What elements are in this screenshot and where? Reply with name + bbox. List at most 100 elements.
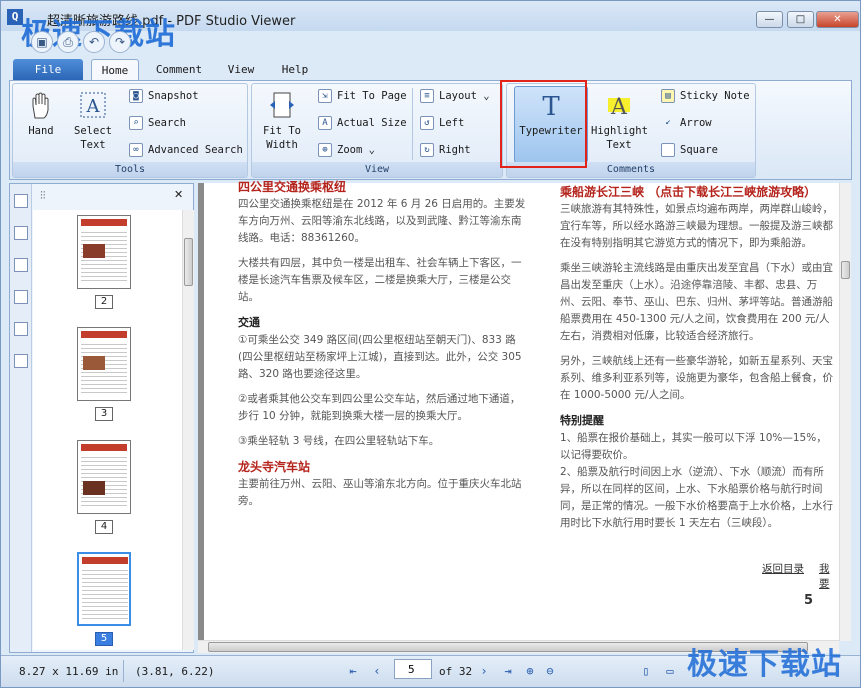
page-count: of 32	[439, 665, 473, 678]
thumbnail-list: 2 3 4 5	[33, 210, 183, 650]
continuous-view-icon[interactable]: ▭	[661, 662, 679, 680]
advanced-search-button[interactable]: ∞ Advanced Search	[129, 141, 243, 159]
zoom-in-icon[interactable]: ⊕	[521, 662, 539, 680]
typewriter-highlight-frame	[500, 80, 587, 168]
zoom-icon: ⊕	[318, 143, 332, 157]
tools-group: Hand A Select Text ◙ Snapshot ⌕ Search ∞ Ad…	[12, 83, 248, 178]
svg-text:A: A	[86, 96, 101, 117]
document-vscrollbar[interactable]	[839, 183, 851, 641]
tab-help[interactable]: Help	[275, 59, 315, 81]
highlight-label-1: Highlight	[591, 125, 648, 137]
rotate-right-button[interactable]: ↻ Right	[420, 141, 471, 159]
layout-label: Layout	[439, 90, 477, 102]
page-number-input[interactable]	[394, 659, 432, 679]
bookmark-icon[interactable]	[13, 226, 28, 240]
paragraph: 2、船票及航行时间因上水（逆流）、下水（顺流）而有所异，所以在同样的区间，上水、…	[560, 466, 833, 529]
thumbnail-page[interactable]	[77, 327, 131, 401]
sidebar-tool-strip	[10, 184, 32, 652]
previous-page-icon[interactable]: ‹	[368, 662, 386, 680]
fit-width-icon	[270, 92, 294, 118]
hand-icon	[32, 92, 49, 119]
hand-label: Hand	[28, 125, 54, 137]
next-page-icon[interactable]: ›	[475, 662, 493, 680]
paragraph: ③乘坐轻轨 3 号线，在四公里轻轨站下车。	[238, 435, 440, 447]
sidebar-close-icon[interactable]: ✕	[174, 188, 183, 201]
minimize-button[interactable]: —	[756, 11, 783, 28]
rotate-left-button[interactable]: ↺ Left	[420, 114, 464, 132]
select-text-button[interactable]: A Select Text	[67, 90, 119, 152]
paragraph: 1、船票在报价基础上，其实一般可以下浮 10%—15%，以记得要砍价。	[560, 432, 827, 461]
left-column: 四公里交通换乘枢纽 四公里交通换乘枢纽是在 2012 年 6 月 26 日启用的…	[238, 180, 528, 518]
thumbnail-label: 4	[95, 520, 113, 534]
undo-icon[interactable]: ↶	[83, 31, 105, 53]
search-button[interactable]: ⌕ Search	[129, 114, 186, 132]
fit-width-button[interactable]: Fit To Width	[256, 90, 308, 152]
ribbon-tabs: File Home Comment View Help	[1, 57, 860, 81]
page-size-readout: 8.27 x 11.69 in	[19, 665, 119, 678]
print-icon[interactable]: ⎙	[57, 31, 79, 53]
thumbnail-scroll-thumb[interactable]	[184, 238, 193, 286]
fit-to-page-button[interactable]: ⇲ Fit To Page	[318, 87, 407, 105]
tab-file[interactable]: File	[13, 59, 83, 81]
arrow-icon: ↙	[665, 117, 671, 127]
flag-icon[interactable]	[13, 258, 28, 272]
close-button[interactable]: ✕	[816, 11, 859, 28]
status-bar: 8.27 x 11.69 in (3.81, 6.22) ⇤ ‹ of 32 ›…	[1, 647, 860, 687]
fit-page-icon: ⇲	[318, 89, 332, 103]
svg-text:A: A	[610, 95, 628, 120]
search-label: Search	[148, 117, 186, 129]
snapshot-label: Snapshot	[148, 90, 199, 102]
zoom-out-icon[interactable]: ⊖	[541, 662, 559, 680]
pdf-page: 四公里交通换乘枢纽 四公里交通换乘枢纽是在 2012 年 6 月 26 日启用的…	[204, 180, 839, 641]
search-icon: ⌕	[129, 116, 143, 130]
actual-size-button[interactable]: A Actual Size	[318, 114, 407, 132]
view-group: Fit To Width ⇲ Fit To Page A Actual Size ⊕…	[251, 83, 503, 178]
paragraph: 乘坐三峡游轮主流线路是由重庆出发至宜昌（下水）或由宜昌出发至重庆（上水）。沿途停…	[560, 262, 833, 342]
page-number: 5	[804, 593, 814, 608]
sidebar-options-icon[interactable]: ⫶⫶	[40, 189, 46, 203]
zoom-label: Zoom	[337, 144, 363, 156]
thumbnail-page-selected[interactable]	[77, 552, 131, 626]
thumbnail-page[interactable]	[77, 215, 131, 289]
zoom-dropdown[interactable]: ⊕ Zoom ⌄	[318, 141, 375, 159]
right-label: Right	[439, 144, 471, 156]
select-label-2: Text	[80, 139, 106, 151]
attachment-icon[interactable]	[13, 290, 28, 304]
tab-view[interactable]: View	[221, 59, 261, 81]
layout-icon: ≡	[420, 89, 434, 103]
back-to-toc-link[interactable]: 返回目录	[762, 561, 804, 576]
highlight-text-button[interactable]: A Highlight Text	[591, 90, 648, 152]
square-label: Square	[680, 144, 718, 156]
app-window: Q 超清晰旅游路线.pdf - PDF Studio Viewer 极速下载站 …	[0, 0, 861, 688]
paragraph: 另外，三峡航线上还有一些豪华游轮，如新五星系列、天宝系列、维多利亚系列等，设施更…	[560, 355, 833, 401]
maximize-button[interactable]: □	[787, 11, 814, 28]
next-link[interactable]: 我要	[819, 561, 839, 591]
single-page-view-icon[interactable]: ▯	[637, 662, 655, 680]
thumbnail-scrollbar[interactable]	[182, 210, 194, 650]
arrow-button[interactable]: ↙ Arrow	[661, 114, 711, 132]
comments-panel-icon[interactable]	[13, 354, 28, 368]
select-label-1: Select	[74, 125, 112, 137]
layers-icon[interactable]	[13, 322, 28, 336]
section-heading[interactable]: 乘船游长江三峡 （点击下载长江三峡旅游攻略）	[560, 183, 836, 201]
snapshot-button[interactable]: ◙ Snapshot	[129, 87, 199, 105]
sticky-note-button[interactable]: ▤ Sticky Note	[661, 87, 750, 105]
square-button[interactable]: Square	[661, 141, 718, 159]
document-vscroll-thumb[interactable]	[841, 261, 850, 279]
tab-comment[interactable]: Comment	[151, 59, 207, 81]
layout-dropdown[interactable]: ≡ Layout ⌄	[420, 87, 490, 105]
left-label: Left	[439, 117, 465, 129]
save-icon[interactable]: ▣	[31, 31, 53, 53]
last-page-icon[interactable]: ⇥	[499, 662, 517, 680]
chevron-down-icon: ⌄	[362, 144, 375, 156]
thumbnail-page[interactable]	[77, 440, 131, 514]
redo-icon[interactable]: ↷	[109, 31, 131, 53]
paragraph: 大楼共有四层，其中负一楼是出租车、社会车辆上下客区，一楼是长途汽车售票及候车区，…	[238, 257, 522, 303]
binoculars-icon: ∞	[129, 143, 143, 157]
sticky-note-label: Sticky Note	[680, 90, 750, 102]
first-page-icon[interactable]: ⇤	[344, 662, 362, 680]
tab-home[interactable]: Home	[91, 59, 139, 81]
pages-panel-icon[interactable]	[13, 194, 28, 208]
hand-tool-button[interactable]: Hand	[15, 90, 67, 138]
actual-size-icon: A	[318, 116, 332, 130]
